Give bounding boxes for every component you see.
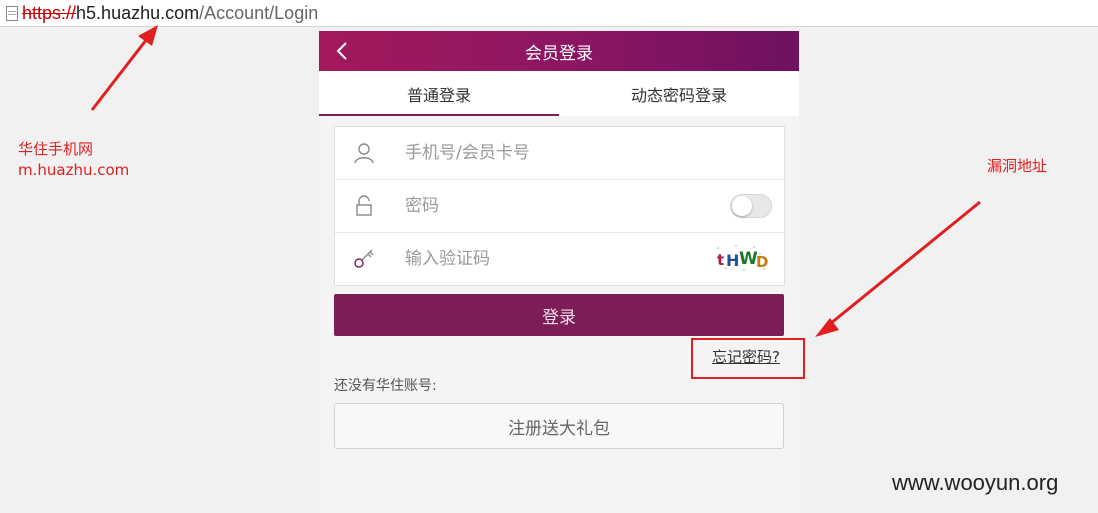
register-button-label: 注册送大礼包 — [508, 418, 610, 439]
tab-dynamic-password-login[interactable]: 动态密码登录 — [559, 71, 799, 116]
annotation-arrow-right — [824, 200, 981, 330]
phone-input[interactable] — [403, 142, 707, 164]
user-icon — [353, 142, 375, 164]
annotation-right: 漏洞地址 — [987, 157, 1048, 175]
watermark: www.wooyun.org — [892, 470, 1059, 495]
lock-icon — [353, 195, 375, 217]
page-title: 会员登录 — [525, 43, 593, 64]
tab-label: 普通登录 — [406, 85, 471, 105]
login-button-label: 登录 — [542, 307, 576, 328]
address-bar[interactable]: https:// h5.huazhu.com /Account/Login — [0, 0, 1098, 27]
password-row — [335, 180, 784, 233]
url-path: /Account/Login — [199, 2, 319, 23]
login-button[interactable]: 登录 — [334, 294, 784, 336]
password-input[interactable] — [403, 195, 707, 217]
annotation-arrowhead-right — [815, 318, 839, 337]
captcha-image[interactable]: t H W D — [714, 242, 770, 274]
annotation-arrow-left — [90, 34, 152, 111]
captcha-char: H — [726, 251, 739, 270]
key-icon — [353, 248, 375, 270]
back-arrow-icon[interactable] — [333, 41, 353, 61]
annotation-left-line2: m.huazhu.com — [18, 161, 130, 179]
captcha-input[interactable] — [403, 248, 707, 270]
captcha-char: D — [756, 253, 768, 271]
page-icon — [6, 5, 18, 21]
url-scheme: https:// — [22, 2, 77, 23]
annotation-left-line1: 华住手机网 — [18, 140, 94, 158]
header-bar: 会员登录 — [319, 31, 799, 71]
login-form: t H W D — [334, 126, 785, 286]
tab-normal-login[interactable]: 普通登录 — [319, 71, 559, 116]
annotation-left: 华住手机网 m.huazhu.com — [18, 139, 129, 181]
show-password-toggle[interactable] — [730, 194, 772, 218]
url-host: h5.huazhu.com — [76, 2, 200, 23]
screenshot: https:// h5.huazhu.com /Account/Login 会员… — [0, 0, 1098, 513]
phone-row — [335, 127, 784, 180]
no-account-text: 还没有华住账号: — [334, 378, 437, 394]
toggle-knob — [732, 196, 752, 216]
captcha-row: t H W D — [335, 233, 784, 285]
tab-label: 动态密码登录 — [630, 85, 727, 105]
annotation-arrowhead-left — [138, 25, 158, 46]
login-page: 会员登录 普通登录 动态密码登录 手机号/会员卡号 输入验证码 t H W D … — [319, 31, 799, 513]
annotation-highlight-box — [691, 338, 805, 379]
register-button[interactable]: 注册送大礼包 — [334, 403, 784, 449]
login-tabs: 普通登录 动态密码登录 — [319, 71, 799, 116]
captcha-char: t — [717, 251, 724, 269]
